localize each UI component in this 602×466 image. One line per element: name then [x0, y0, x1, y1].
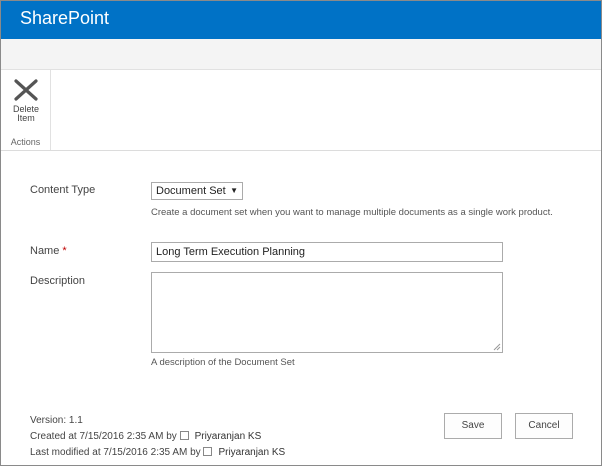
- modified-text: Last modified at 7/15/2016 2:35 AM by: [30, 447, 201, 458]
- app-brand[interactable]: SharePoint: [20, 7, 109, 29]
- ribbon-group-actions: Delete Item Actions: [1, 70, 51, 150]
- presence-icon: [203, 446, 213, 456]
- created-info: Created at 7/15/2016 2:35 AM by Priyaran…: [30, 430, 261, 443]
- content-type-help: Create a document set when you want to m…: [151, 207, 553, 218]
- name-label-row: Name *: [30, 245, 67, 257]
- content-type-selected-value: Document Set: [156, 185, 226, 197]
- ribbon-tab-strip: [1, 39, 601, 70]
- save-button[interactable]: Save: [444, 413, 502, 439]
- suite-bar: SharePoint: [1, 1, 601, 39]
- created-by-link[interactable]: Priyaranjan KS: [195, 431, 262, 442]
- required-marker: *: [62, 245, 67, 257]
- delete-item-button[interactable]: Delete Item: [7, 76, 45, 128]
- modified-by-link[interactable]: Priyaranjan KS: [218, 447, 285, 458]
- description-textarea[interactable]: [151, 272, 503, 353]
- cancel-button[interactable]: Cancel: [515, 413, 573, 439]
- description-label: Description: [30, 275, 86, 287]
- name-input[interactable]: Long Term Execution Planning: [151, 242, 503, 262]
- presence-icon: [179, 430, 189, 440]
- ribbon: Delete Item Actions: [1, 70, 601, 151]
- description-help: A description of the Document Set: [151, 357, 295, 368]
- content-type-select[interactable]: Document Set ▼: [151, 182, 243, 200]
- resize-grip-icon[interactable]: [493, 343, 501, 351]
- created-text: Created at 7/15/2016 2:35 AM by: [30, 431, 177, 442]
- delete-item-label: Delete Item: [12, 104, 39, 123]
- content-type-label: Content Type: [30, 184, 96, 196]
- ribbon-group-label: Actions: [10, 137, 41, 147]
- window-frame: SharePoint Delete Item Actions Content T…: [0, 0, 602, 466]
- version-text: Version: 1.1: [30, 415, 83, 426]
- modified-info: Last modified at 7/15/2016 2:35 AM by Pr…: [30, 446, 285, 459]
- dropdown-arrow-icon: ▼: [230, 186, 238, 195]
- delete-x-icon: [14, 79, 38, 101]
- name-label: Name: [30, 245, 60, 257]
